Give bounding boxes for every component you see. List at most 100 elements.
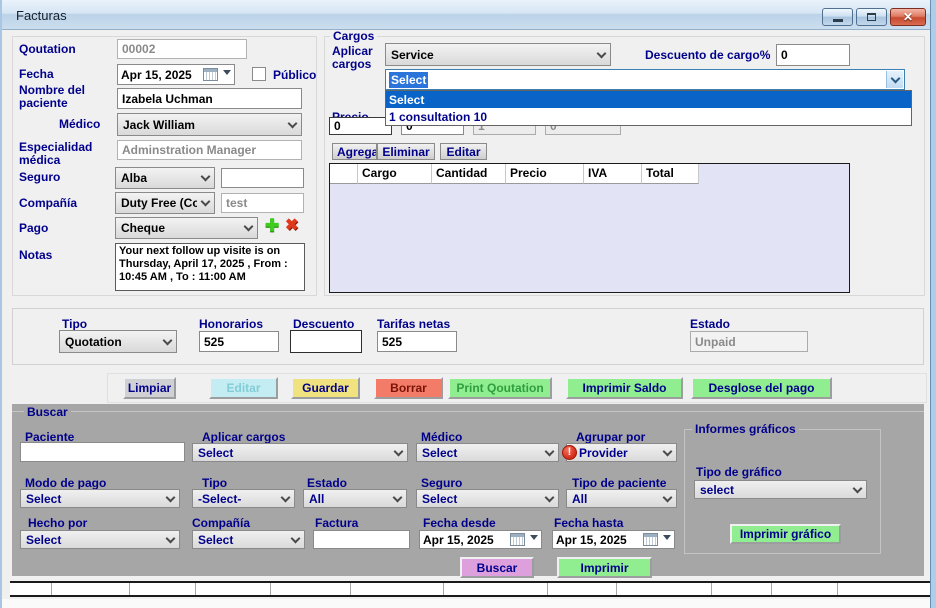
seguro-extra-field[interactable]: [221, 168, 304, 188]
paciente-search-input[interactable]: [20, 442, 185, 462]
col-blank[interactable]: [330, 164, 358, 184]
maximize-icon: [867, 13, 876, 21]
search-seguro-dropdown[interactable]: Select: [416, 489, 559, 508]
chevron-down-icon: [201, 172, 211, 182]
hecho-por-label: Hecho por: [28, 516, 87, 530]
cargos-group-label: Cargos: [330, 29, 377, 43]
add-payment-icon[interactable]: ✚: [265, 218, 279, 234]
agregar-button[interactable]: Agregar: [332, 143, 377, 160]
charge-combo-arrow[interactable]: [886, 71, 903, 88]
notas-field[interactable]: Your next follow up visite is on Thursda…: [115, 243, 305, 291]
fecha-label: Fecha: [19, 67, 54, 81]
col-total[interactable]: Total: [642, 164, 699, 184]
tarifas-netas-field[interactable]: [377, 331, 457, 352]
imprimir-saldo-button[interactable]: Imprimir Saldo: [566, 377, 683, 399]
editar-button[interactable]: Editar: [209, 377, 278, 399]
modo-pago-dropdown[interactable]: Select: [20, 489, 180, 508]
aplicar-cargos-label: Aplicar cargos: [332, 45, 382, 71]
col-iva[interactable]: IVA: [584, 164, 642, 184]
tipo-paciente-dropdown[interactable]: All: [566, 489, 677, 508]
chevron-down-icon: [291, 533, 301, 543]
pago-label: Pago: [19, 221, 48, 235]
fecha-hasta-picker[interactable]: Apr 15, 2025: [552, 530, 675, 549]
tipo-grafico-label: Tipo de gráfico: [696, 465, 782, 479]
charge-type-dropdown[interactable]: Service: [385, 43, 611, 66]
descuento-cargo-field[interactable]: [776, 44, 850, 66]
informes-group-label: Informes gráficos: [692, 422, 799, 436]
chevron-down-icon: [394, 446, 404, 456]
col-precio[interactable]: Precio: [506, 164, 584, 184]
seguro-label: Seguro: [19, 170, 60, 184]
fecha-date-picker[interactable]: Apr 15, 2025: [117, 64, 235, 85]
combo-option-select[interactable]: Select: [386, 91, 911, 108]
grid-cell: [52, 583, 130, 595]
factura-label: Factura: [315, 516, 358, 530]
borrar-button[interactable]: Borrar: [374, 377, 443, 399]
chevron-down-icon: [890, 74, 900, 84]
close-button[interactable]: ✕: [890, 8, 926, 26]
pago-dropdown[interactable]: Cheque: [115, 217, 258, 239]
qoutation-field[interactable]: [117, 39, 247, 59]
maximize-button[interactable]: [856, 8, 887, 26]
compania-extra-field[interactable]: [221, 193, 304, 213]
grid-cell: [130, 583, 196, 595]
precio-field-1[interactable]: [329, 117, 392, 135]
nombre-paciente-field[interactable]: [117, 88, 302, 109]
minimize-icon: [833, 19, 843, 22]
col-cargo[interactable]: Cargo: [358, 164, 432, 184]
medico-dropdown[interactable]: Jack William: [117, 113, 302, 136]
descuento-field[interactable]: [290, 330, 362, 353]
search-compania-dropdown[interactable]: Select: [192, 530, 305, 549]
combo-option-consultation[interactable]: 1 consultation 10: [386, 108, 911, 125]
descuento-cargo-label: Descuento de cargo%: [645, 48, 770, 62]
publico-checkbox[interactable]: [252, 67, 266, 81]
compania-dropdown[interactable]: Duty Free (Co: [115, 192, 215, 214]
col-cantidad[interactable]: Cantidad: [432, 164, 506, 184]
grid-cell: [712, 583, 772, 595]
grid-cell: [444, 583, 548, 595]
seguro-dropdown[interactable]: Alba: [115, 167, 215, 189]
fecha-desde-picker[interactable]: Apr 15, 2025: [419, 530, 542, 549]
editar-cargo-button[interactable]: Editar: [440, 143, 487, 160]
estado-field[interactable]: [690, 331, 808, 352]
chevron-down-icon: [288, 118, 298, 128]
chevron-down-icon: [166, 533, 176, 543]
chevron-down-icon: [393, 492, 403, 502]
minimize-button[interactable]: [822, 8, 853, 26]
imprimir-button[interactable]: Imprimir: [557, 557, 652, 578]
grid-cell: [351, 583, 444, 595]
eliminar-button[interactable]: Eliminar: [377, 143, 435, 160]
search-aplicar-cargos-dropdown[interactable]: Select: [192, 443, 408, 462]
search-estado-dropdown[interactable]: All: [303, 489, 407, 508]
grid-cell: [617, 583, 712, 595]
print-qoutation-button[interactable]: Print Qoutation: [448, 377, 552, 399]
grid-cell: [838, 583, 931, 595]
search-tipo-dropdown[interactable]: -Select-: [192, 489, 295, 508]
search-medico-dropdown[interactable]: Select: [416, 443, 559, 462]
charge-combo[interactable]: Select: [385, 69, 905, 90]
delete-payment-icon[interactable]: ✖: [285, 218, 298, 234]
factura-input[interactable]: [313, 530, 410, 549]
chevron-down-icon: [663, 535, 671, 544]
limpiar-button[interactable]: Limpiar: [123, 377, 176, 399]
title-bar[interactable]: Facturas ✕: [2, 0, 936, 30]
desglose-pago-button[interactable]: Desglose del pago: [691, 377, 832, 399]
grid-cell: [10, 583, 52, 595]
tipo-dropdown[interactable]: Quotation: [59, 330, 177, 353]
chevron-down-icon: [663, 446, 673, 456]
honorarios-field[interactable]: [199, 331, 279, 352]
chevron-down-icon: [530, 535, 538, 544]
results-grid-header: [10, 581, 931, 597]
grid-cell: [196, 583, 271, 595]
hecho-por-dropdown[interactable]: Select: [20, 530, 180, 549]
imprimir-grafico-button[interactable]: Imprimir gráfico: [730, 524, 841, 544]
tipo-grafico-dropdown[interactable]: select: [694, 480, 867, 499]
chevron-down-icon: [545, 492, 555, 502]
close-icon: ✕: [903, 11, 913, 23]
notas-label: Notas: [19, 248, 52, 262]
buscar-button[interactable]: Buscar: [460, 557, 534, 578]
guardar-button[interactable]: Guardar: [291, 377, 360, 399]
tarifas-netas-label: Tarifas netas: [377, 317, 450, 331]
agrupar-por-dropdown[interactable]: Provider: [566, 443, 677, 462]
especialidad-field[interactable]: [117, 140, 302, 160]
